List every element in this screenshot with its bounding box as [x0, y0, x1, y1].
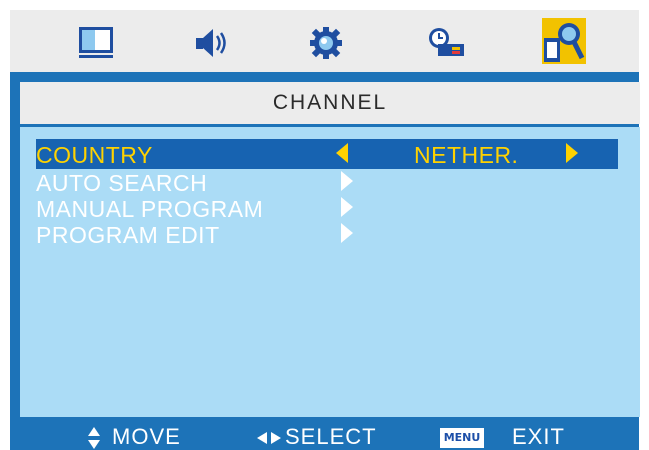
channel-menu-panel: CHANNEL COUNTRY NETHER. AUTO SEARCH MANU…: [10, 72, 640, 450]
setup-gear-icon[interactable]: [306, 24, 346, 62]
panel-title: CHANNEL: [20, 82, 640, 124]
arrow-right-icon: [341, 197, 353, 217]
up-down-arrows-icon: [87, 424, 101, 450]
country-value: NETHER.: [414, 142, 519, 168]
arrow-right-icon: [341, 171, 353, 191]
time-icon[interactable]: [426, 24, 466, 62]
arrow-left-icon[interactable]: [336, 143, 348, 163]
arrow-right-icon[interactable]: [566, 143, 578, 163]
arrow-right-icon: [341, 223, 353, 243]
menu-item-label: PROGRAM EDIT: [36, 222, 220, 248]
select-hint: SELECT: [285, 424, 377, 449]
menu-tab-bar: [10, 10, 639, 72]
channel-search-icon[interactable]: [542, 18, 586, 64]
picture-icon[interactable]: [76, 24, 116, 62]
key-hint-bar: MOVE SELECT MENU EXIT: [20, 424, 640, 450]
exit-hint: EXIT: [512, 424, 565, 449]
menu-item-country[interactable]: COUNTRY NETHER.: [36, 139, 618, 169]
sound-icon[interactable]: [192, 24, 232, 62]
menu-key-badge: MENU: [440, 428, 484, 448]
menu-item-label: COUNTRY: [36, 142, 153, 168]
left-right-arrows-icon: [256, 424, 282, 450]
move-hint: MOVE: [112, 424, 181, 449]
menu-content: COUNTRY NETHER. AUTO SEARCH MANUAL PROGR…: [20, 127, 640, 417]
menu-item-program-edit[interactable]: PROGRAM EDIT: [36, 219, 618, 249]
